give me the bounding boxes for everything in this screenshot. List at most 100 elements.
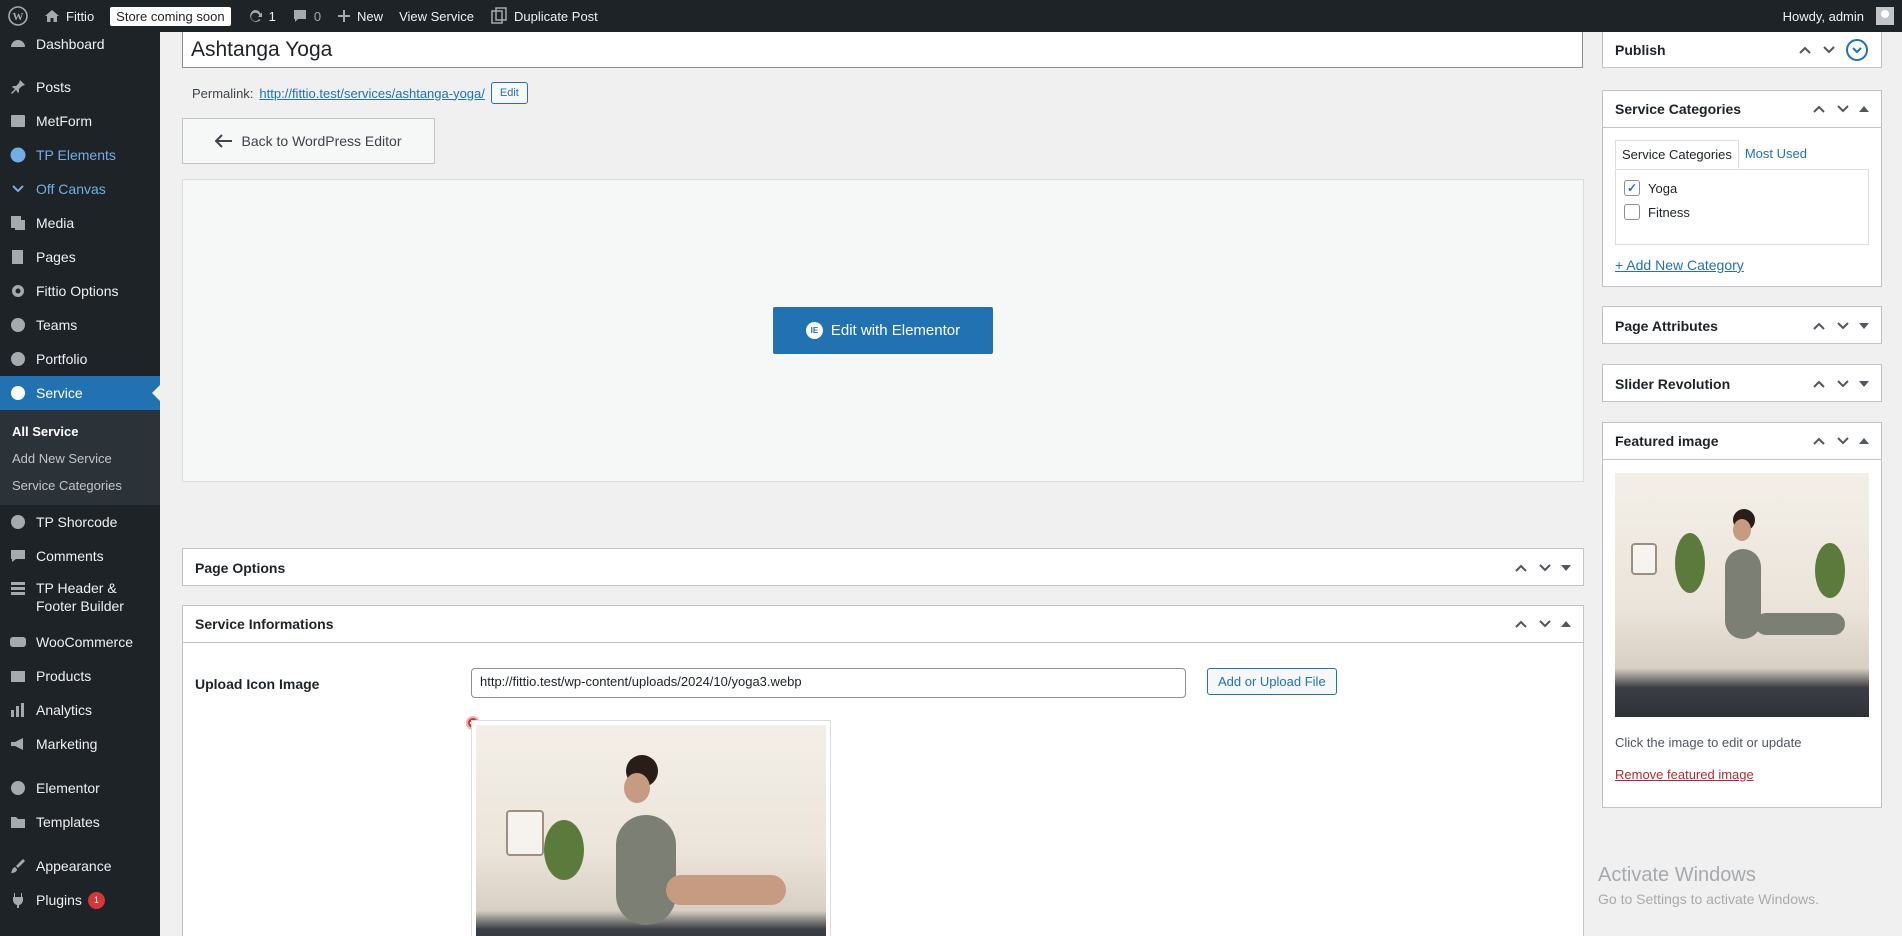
menu-pages[interactable]: Pages: [0, 240, 160, 274]
toggle-panel-icon[interactable]: [1561, 564, 1571, 571]
publish-title: Publish: [1615, 42, 1666, 58]
menu-marketing[interactable]: Marketing: [0, 727, 160, 761]
publish-header[interactable]: Publish: [1603, 32, 1881, 68]
menu-elementor[interactable]: Elementor: [0, 771, 160, 805]
move-down-icon[interactable]: [1537, 562, 1553, 574]
move-up-icon[interactable]: [1513, 618, 1529, 630]
view-service-link[interactable]: View Service: [391, 0, 482, 32]
menu-tp-shortcode[interactable]: TP Shorcode: [0, 505, 160, 539]
move-up-icon[interactable]: [1513, 562, 1529, 574]
menu-label: Service: [36, 385, 83, 401]
menu-tp-elements[interactable]: TP Elements: [0, 138, 160, 172]
updates-link[interactable]: 1: [239, 0, 284, 32]
checkbox-unchecked[interactable]: [1624, 204, 1640, 220]
page-attributes-title: Page Attributes: [1615, 317, 1718, 334]
menu-label: Dashboard: [36, 36, 105, 52]
menu-media[interactable]: Media: [0, 206, 160, 240]
comments-link[interactable]: 0: [284, 0, 329, 32]
watermark-line-2: Go to Settings to activate Windows.: [1598, 891, 1819, 907]
service-categories-box: Service Categories Service Categories Mo…: [1602, 90, 1882, 287]
checkbox-checked[interactable]: ✓: [1624, 180, 1640, 196]
publish-box: Publish: [1602, 32, 1882, 68]
remove-featured-image-link[interactable]: Remove featured image: [1615, 767, 1754, 782]
toggle-panel-icon[interactable]: [1859, 380, 1869, 387]
service-informations-header[interactable]: Service Informations: [183, 606, 1583, 643]
post-title-input[interactable]: Ashtanga Yoga: [182, 32, 1583, 68]
move-down-icon[interactable]: [1835, 435, 1851, 447]
menu-label: Teams: [36, 317, 78, 333]
menu-label: Marketing: [36, 736, 98, 752]
menu-comments[interactable]: Comments: [0, 539, 160, 573]
edit-with-elementor-button[interactable]: IE Edit with Elementor: [773, 307, 993, 354]
move-down-icon[interactable]: [1821, 44, 1837, 56]
tab-all-categories[interactable]: Service Categories: [1615, 140, 1739, 169]
move-up-icon[interactable]: [1811, 320, 1827, 332]
submenu-add-new-service[interactable]: Add New Service: [0, 445, 160, 472]
submenu-all-service[interactable]: All Service: [0, 418, 160, 445]
account-menu[interactable]: Howdy, admin: [1775, 0, 1902, 32]
move-up-icon[interactable]: [1811, 378, 1827, 390]
menu-tp-header-footer[interactable]: TP Header & Footer Builder: [0, 573, 160, 621]
brush-icon: [8, 856, 28, 876]
toggle-panel-icon[interactable]: [1859, 106, 1869, 112]
duplicate-post-link[interactable]: Duplicate Post: [482, 0, 606, 32]
featured-image-header[interactable]: Featured image: [1603, 423, 1881, 460]
new-content-link[interactable]: New: [329, 0, 391, 32]
toggle-panel-icon[interactable]: [1845, 38, 1869, 62]
watermark-line-1: Activate Windows: [1598, 864, 1756, 886]
upload-icon-label: Upload Icon Image: [195, 676, 320, 692]
move-down-icon[interactable]: [1835, 103, 1851, 115]
menu-portfolio[interactable]: Portfolio: [0, 342, 160, 376]
toggle-panel-icon[interactable]: [1561, 621, 1571, 627]
menu-dashboard[interactable]: Dashboard: [0, 32, 160, 60]
move-up-icon[interactable]: [1797, 44, 1813, 56]
tp-icon: [8, 145, 28, 165]
menu-metform[interactable]: MetForm: [0, 104, 160, 138]
move-up-icon[interactable]: [1811, 435, 1827, 447]
menu-service[interactable]: Service: [0, 376, 160, 410]
page-options-header[interactable]: Page Options: [183, 549, 1583, 586]
toggle-panel-icon[interactable]: [1859, 438, 1869, 444]
wordpress-logo-icon[interactable]: W: [0, 0, 36, 32]
add-new-category-link[interactable]: + Add New Category: [1615, 257, 1869, 273]
menu-analytics[interactable]: Analytics: [0, 693, 160, 727]
comment-icon: [8, 546, 28, 566]
move-up-icon[interactable]: [1811, 103, 1827, 115]
box-controls: [1513, 618, 1571, 630]
back-to-wordpress-editor-button[interactable]: Back to WordPress Editor: [182, 118, 435, 164]
box-controls: [1811, 435, 1869, 447]
move-down-icon[interactable]: [1835, 378, 1851, 390]
menu-plugins[interactable]: Plugins 1: [0, 883, 160, 917]
category-item[interactable]: ✓ Yoga: [1624, 180, 1860, 196]
menu-templates[interactable]: Templates: [0, 805, 160, 839]
menu-products[interactable]: Products: [0, 659, 160, 693]
add-or-upload-file-button[interactable]: Add or Upload File: [1207, 668, 1337, 695]
page-attributes-header[interactable]: Page Attributes: [1603, 307, 1881, 344]
site-name-link[interactable]: Fittio: [36, 0, 102, 32]
featured-image-thumbnail[interactable]: [1615, 473, 1869, 717]
menu-posts[interactable]: Posts: [0, 70, 160, 104]
menu-off-canvas[interactable]: Off Canvas: [0, 172, 160, 206]
store-coming-soon-badge[interactable]: Store coming soon: [110, 6, 231, 26]
move-down-icon[interactable]: [1835, 320, 1851, 332]
service-informations-title: Service Informations: [195, 616, 334, 632]
menu-teams[interactable]: Teams: [0, 308, 160, 342]
team-icon: [8, 315, 28, 335]
comments-count: 0: [313, 8, 322, 24]
tab-most-used[interactable]: Most Used: [1739, 140, 1813, 169]
menu-fittio-options[interactable]: Fittio Options: [0, 274, 160, 308]
permalink-link[interactable]: http://fittio.test/services/ashtanga-yog…: [259, 86, 484, 101]
toggle-panel-icon[interactable]: [1859, 322, 1869, 329]
slider-revolution-header[interactable]: Slider Revolution: [1603, 365, 1881, 402]
edit-permalink-button[interactable]: Edit: [490, 82, 528, 104]
upload-icon-url-input[interactable]: http://fittio.test/wp-content/uploads/20…: [471, 668, 1186, 698]
form-icon: [8, 111, 28, 131]
featured-image-hint: Click the image to edit or update: [1615, 735, 1802, 750]
service-categories-header[interactable]: Service Categories: [1603, 91, 1881, 128]
menu-appearance[interactable]: Appearance: [0, 849, 160, 883]
menu-woocommerce[interactable]: WooCommerce: [0, 625, 160, 659]
category-item[interactable]: Fitness: [1624, 204, 1860, 220]
move-down-icon[interactable]: [1537, 618, 1553, 630]
submenu-service-categories[interactable]: Service Categories: [0, 472, 160, 499]
service-informations-box: Service Informations Upload Icon Image h…: [182, 605, 1584, 936]
